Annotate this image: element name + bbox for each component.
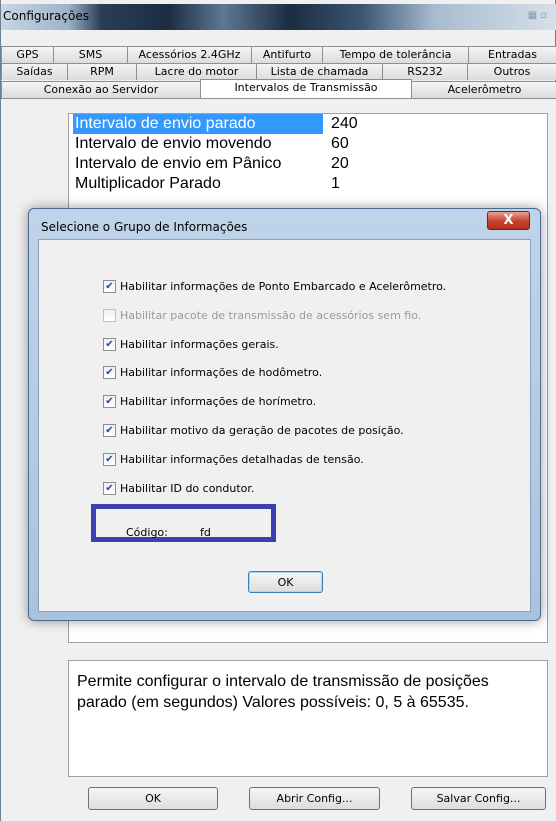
- checkbox-informacoes-gerais[interactable]: ✔ Habilitar informações gerais.: [103, 336, 279, 352]
- tab-row-3: Conexão ao Servidor Intervalos de Transm…: [1, 79, 556, 98]
- checkbox-label: Habilitar informações de hodômetro.: [120, 365, 323, 379]
- checkbox-tensao[interactable]: ✔ Habilitar informações detalhadas de te…: [103, 451, 364, 467]
- checkbox-checked-icon[interactable]: ✔: [103, 452, 116, 466]
- code-value: fd: [200, 526, 211, 539]
- checkbox-horimetro[interactable]: ✔ Habilitar informações de horímetro.: [103, 393, 316, 409]
- checkbox-label: Habilitar informações de horímetro.: [120, 394, 317, 408]
- property-name: Intervalo de envio parado: [73, 114, 323, 134]
- tab-antifurto[interactable]: Antifurto: [251, 46, 323, 63]
- checkbox-acessorios-sem-fio: Habilitar pacote de transmissão de acess…: [103, 307, 421, 323]
- checkbox-label: Habilitar informações detalhadas de tens…: [120, 452, 364, 466]
- tab-saidas[interactable]: Saídas: [1, 63, 68, 80]
- tab-row-1: GPS SMS Acessórios 2.4GHz Antifurto Temp…: [1, 46, 556, 63]
- checkbox-hodometro[interactable]: ✔ Habilitar informações de hodômetro.: [103, 364, 322, 380]
- save-config-button[interactable]: Salvar Config...: [411, 787, 546, 810]
- property-value[interactable]: 240: [327, 114, 547, 134]
- tab-rs232[interactable]: RS232: [382, 63, 468, 80]
- checkbox-motivo-geracao[interactable]: ✔ Habilitar motivo da geração de pacotes…: [103, 422, 404, 438]
- checkbox-checked-icon[interactable]: ✔: [103, 481, 116, 495]
- tab-conexao-servidor[interactable]: Conexão ao Servidor: [1, 81, 201, 98]
- checkbox-label: Habilitar informações gerais.: [120, 337, 279, 351]
- checkbox-label: Habilitar pacote de transmissão de acess…: [120, 308, 422, 322]
- tab-intervalos-transmissao[interactable]: Intervalos de Transmissão: [200, 79, 412, 98]
- open-config-button[interactable]: Abrir Config...: [249, 787, 380, 810]
- tab-tempo-tolerancia[interactable]: Tempo de tolerância: [322, 46, 469, 63]
- property-row[interactable]: Intervalo de envio em Pânico 20: [69, 154, 549, 174]
- window-controls-icon[interactable]: ▦ ▫: [517, 10, 547, 24]
- property-name: Intervalo de envio em Pânico: [75, 155, 282, 172]
- checkbox-label: Habilitar ID do condutor.: [120, 481, 255, 495]
- code-label: Código:: [126, 526, 168, 539]
- property-row[interactable]: Multiplicador Parado 1: [69, 174, 549, 194]
- checkbox-checked-icon[interactable]: ✔: [103, 394, 116, 408]
- select-info-group-dialog: Selecione o Grupo de Informações X ✔ Hab…: [28, 208, 541, 621]
- window-title: Configurações: [3, 9, 89, 23]
- dialog-ok-button[interactable]: OK: [248, 571, 323, 593]
- tab-outros[interactable]: Outros: [467, 63, 556, 80]
- checkbox-checked-icon[interactable]: ✔: [103, 337, 116, 351]
- ok-button[interactable]: OK: [88, 787, 218, 810]
- tab-sms[interactable]: SMS: [53, 46, 128, 63]
- highlight-frame: [91, 504, 276, 542]
- property-value[interactable]: 60: [327, 134, 547, 154]
- tab-entradas[interactable]: Entradas: [468, 46, 556, 63]
- tab-gps[interactable]: GPS: [1, 46, 54, 63]
- close-button[interactable]: X: [487, 211, 530, 230]
- dialog-title: Selecione o Grupo de Informações: [41, 220, 248, 234]
- checkbox-ponto-embarcado[interactable]: ✔ Habilitar informações de Ponto Embarca…: [103, 278, 446, 294]
- property-name: Intervalo de envio movendo: [75, 135, 272, 152]
- tab-acelerometro[interactable]: Acelerômetro: [411, 81, 556, 98]
- checkbox-label: Habilitar informações de Ponto Embarcado…: [120, 279, 447, 293]
- tab-rpm[interactable]: RPM: [67, 63, 137, 80]
- property-description: Permite configurar o intervalo de transm…: [68, 660, 548, 777]
- dialog-body: ✔ Habilitar informações de Ponto Embarca…: [38, 239, 531, 612]
- property-value[interactable]: 1: [327, 174, 547, 194]
- checkbox-empty-icon: [103, 308, 116, 322]
- property-name: Multiplicador Parado: [75, 175, 221, 192]
- tab-row-2: Saídas RPM Lacre do motor Lista de chama…: [1, 63, 556, 80]
- checkbox-checked-icon[interactable]: ✔: [103, 423, 116, 437]
- checkbox-checked-icon[interactable]: ✔: [103, 365, 116, 379]
- tab-acessorios[interactable]: Acessórios 2.4GHz: [127, 46, 252, 63]
- checkbox-checked-icon[interactable]: ✔: [103, 279, 116, 293]
- property-row[interactable]: Intervalo de envio parado 240: [69, 114, 549, 134]
- property-row[interactable]: Intervalo de envio movendo 60: [69, 134, 549, 154]
- title-bar[interactable]: Configurações ▦ ▫: [1, 4, 556, 30]
- tab-lista-chamada[interactable]: Lista de chamada: [256, 63, 383, 80]
- tab-lacre-motor[interactable]: Lacre do motor: [136, 63, 257, 80]
- property-value[interactable]: 20: [327, 154, 547, 174]
- checkbox-label: Habilitar motivo da geração de pacotes d…: [120, 423, 404, 437]
- checkbox-id-condutor[interactable]: ✔ Habilitar ID do condutor.: [103, 480, 254, 496]
